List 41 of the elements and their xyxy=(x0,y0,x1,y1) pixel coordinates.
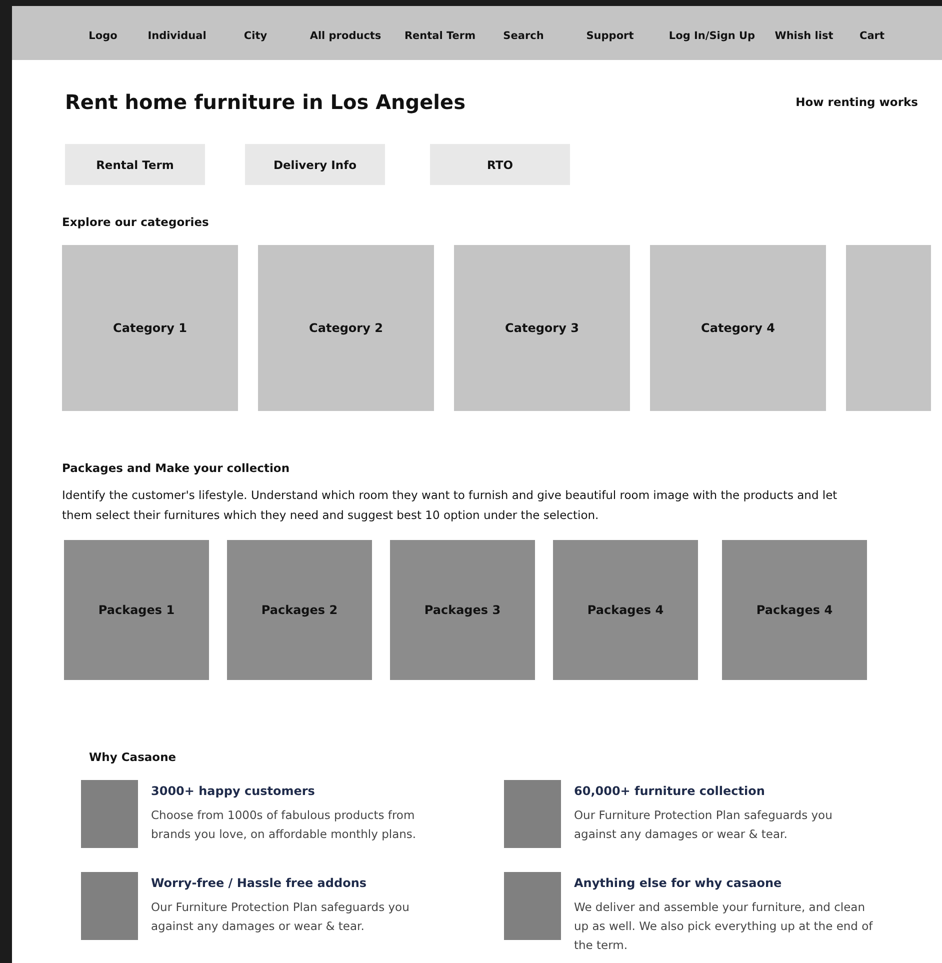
category-tile[interactable]: Category 1 xyxy=(62,245,238,411)
feature-image-placeholder xyxy=(504,872,561,940)
feature-image-placeholder xyxy=(81,872,138,940)
nav-link[interactable]: Logo xyxy=(88,30,118,42)
package-tile[interactable]: Packages 4 xyxy=(722,540,867,680)
nav-link[interactable]: Support xyxy=(586,30,634,42)
section-description: Identify the customer's lifestyle. Understand which room they want to furnish and give beautiful room image with the products and let them select their furnitures which they need and suggest best 10 option under the selection. xyxy=(62,487,838,524)
category-tile[interactable]: Category 4 xyxy=(650,245,826,411)
nav-link[interactable]: Rental Term xyxy=(404,30,476,42)
category-tile[interactable]: Category 2 xyxy=(258,245,434,411)
nav-link[interactable]: City xyxy=(244,30,268,42)
how-renting-works-link[interactable]: How renting works xyxy=(796,95,918,109)
feature-title: Worry-free / Hassle free addons xyxy=(151,876,368,890)
feature-image-placeholder xyxy=(81,780,138,848)
package-tile[interactable]: Packages 2 xyxy=(227,540,372,680)
info-tab[interactable]: Rental Term xyxy=(65,144,205,185)
category-tile[interactable] xyxy=(846,245,931,411)
section-heading: Why Casaone xyxy=(88,750,178,764)
nav-link[interactable]: All products xyxy=(310,30,382,42)
nav-link[interactable]: Individual xyxy=(148,30,206,42)
feature-title: 3000+ happy customers xyxy=(151,784,316,798)
package-tile[interactable]: Packages 1 xyxy=(64,540,209,680)
package-tile[interactable]: Packages 3 xyxy=(390,540,535,680)
info-tab[interactable]: Delivery Info xyxy=(245,144,385,185)
nav-link[interactable]: Whish list xyxy=(774,30,834,42)
nav-link[interactable]: Search xyxy=(503,30,544,42)
nav-link[interactable]: Log In/Sign Up xyxy=(668,30,756,42)
nav-link[interactable]: Cart xyxy=(860,30,884,42)
info-tab[interactable]: RTO xyxy=(430,144,570,185)
feature-title: 60,000+ furniture collection xyxy=(574,784,766,798)
feature-image-placeholder xyxy=(504,780,561,848)
section-heading: Packages and Make your collection xyxy=(61,461,291,475)
package-tile[interactable]: Packages 4 xyxy=(553,540,698,680)
feature-description: Our Furniture Protection Plan safeguards you against any damages or wear & tear. xyxy=(151,899,410,935)
feature-title: Anything else for why casaone xyxy=(574,876,783,890)
page-title: Rent home furniture in Los Angeles xyxy=(65,90,466,114)
feature-description: Our Furniture Protection Plan safeguards you against any damages or wear & tear. xyxy=(574,807,834,843)
section-heading: Explore our categories xyxy=(61,215,210,229)
feature-description: Choose from 1000s of fabulous products from brands you love, on affordable monthly plans. xyxy=(151,807,418,843)
feature-description: We deliver and assemble your furniture, and clean up as well. We also pick everything up at the end of the term. xyxy=(574,899,874,954)
category-tile[interactable]: Category 3 xyxy=(454,245,630,411)
